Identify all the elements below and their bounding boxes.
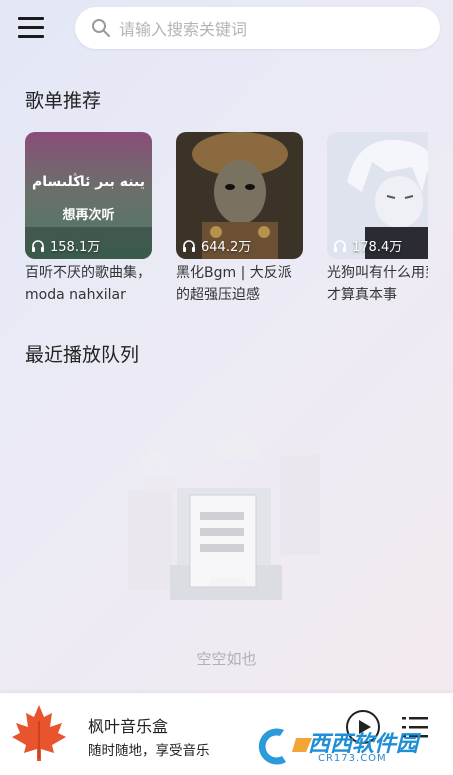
player-title: 枫叶音乐盒: [88, 717, 169, 736]
headphones-icon: [183, 240, 195, 252]
search-bar[interactable]: [75, 7, 440, 51]
playlist-card[interactable]: يىنە بىر ئاڭلىسام 想再次听 158.1万 百听不厌的歌曲集，m…: [25, 132, 152, 306]
search-icon: [92, 19, 110, 37]
watermark: 西西软件园 CR173.COM: [256, 722, 446, 770]
playlist-name[interactable]: 黑化Bgm | 大反派的超强压迫感: [176, 262, 303, 306]
cover-text: يىنە بىر ئاڭلىسام: [32, 174, 145, 190]
empty-state-text: 空空如也: [196, 650, 257, 668]
queue-section-title: 最近播放队列: [25, 344, 140, 366]
menu-icon[interactable]: [18, 17, 44, 39]
play-count-value: 644.2万: [201, 240, 252, 255]
search-input[interactable]: [117, 7, 421, 51]
playlist-card[interactable]: 178.4万 光狗叫有什么用到我才算真本事: [327, 132, 428, 306]
play-count: 178.4万: [333, 236, 402, 255]
player-subtitle: 随时随地，享受音乐: [88, 743, 210, 759]
headphones-icon: [32, 240, 44, 252]
playlist-name[interactable]: 光狗叫有什么用到我才算真本事: [327, 262, 428, 306]
playlist-cover: يىنە بىر ئاڭلىسام 想再次听 158.1万: [25, 132, 152, 259]
headphones-icon: [334, 240, 346, 252]
playlist-cover: 644.2万: [176, 132, 303, 259]
cover-subtext: 想再次听: [62, 208, 115, 223]
play-count: 158.1万: [31, 236, 100, 255]
recommend-section-title: 歌单推荐: [25, 90, 102, 112]
top-bar: [0, 0, 453, 56]
empty-state-illustration: [128, 432, 320, 600]
play-count: 644.2万: [182, 236, 251, 255]
playlist-carousel[interactable]: يىنە بىر ئاڭلىسام 想再次听 158.1万 百听不厌的歌曲集，m…: [25, 132, 428, 307]
playlist-cover: 178.4万: [327, 132, 428, 259]
play-count-value: 178.4万: [352, 240, 403, 255]
maple-leaf-icon: [12, 705, 66, 761]
play-count-value: 158.1万: [50, 240, 101, 255]
playlist-card[interactable]: 644.2万 黑化Bgm | 大反派的超强压迫感: [176, 132, 303, 306]
watermark-url: CR173.COM: [318, 753, 387, 764]
playlist-name[interactable]: 百听不厌的歌曲集，moda nahxilar: [25, 262, 152, 306]
